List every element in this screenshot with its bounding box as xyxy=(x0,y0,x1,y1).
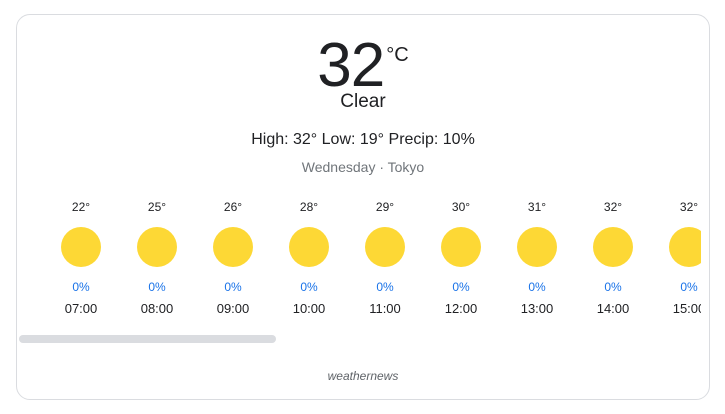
hour-temperature: 28° xyxy=(299,200,319,214)
hour-precipitation: 0% xyxy=(604,280,622,294)
weather-condition: Clear xyxy=(340,91,386,112)
temperature-value: 32 xyxy=(317,31,385,100)
sun-icon xyxy=(365,227,405,267)
sun-icon xyxy=(517,227,557,267)
data-source[interactable]: weathernews xyxy=(17,369,709,383)
sun-icon xyxy=(61,227,101,267)
hour-time: 15:00 xyxy=(672,301,701,316)
hour-precipitation: 0% xyxy=(528,280,546,294)
hour-time: 09:00 xyxy=(216,301,250,316)
hour-temperature: 26° xyxy=(223,200,243,214)
hourly-item[interactable]: 28° 0% 10:00 xyxy=(271,199,347,317)
scrollbar-thumb[interactable] xyxy=(19,335,276,343)
hourly-item[interactable]: 32° 0% 14:00 xyxy=(575,199,651,317)
sun-icon xyxy=(289,227,329,267)
hourly-forecast[interactable]: 22° 0% 07:00 25° 0% 08:00 26° 0% 09:00 2… xyxy=(27,199,701,319)
hourly-item[interactable]: 31° 0% 13:00 xyxy=(499,199,575,317)
current-temperature: 32 °C xyxy=(17,35,709,97)
hour-time: 11:00 xyxy=(369,301,401,316)
hour-precipitation: 0% xyxy=(148,280,166,294)
hour-time: 13:00 xyxy=(520,301,554,316)
hourly-item[interactable]: 22° 0% 07:00 xyxy=(43,199,119,317)
hourly-item[interactable]: 26° 0% 09:00 xyxy=(195,199,271,317)
hour-precipitation: 0% xyxy=(680,280,698,294)
hour-temperature: 29° xyxy=(375,200,395,214)
hourly-item[interactable]: 29° 0% 11:00 xyxy=(347,199,423,317)
hour-precipitation: 0% xyxy=(224,280,242,294)
hour-precipitation: 0% xyxy=(376,280,394,294)
hour-temperature: 32° xyxy=(679,200,699,214)
hourly-item[interactable]: 25° 0% 08:00 xyxy=(119,199,195,317)
hour-time: 14:00 xyxy=(596,301,630,316)
hour-temperature: 32° xyxy=(603,200,623,214)
weather-card: 32 °C Clear High: 32° Low: 19° Precip: 1… xyxy=(16,14,710,400)
sun-icon xyxy=(441,227,481,267)
hour-temperature: 22° xyxy=(71,200,91,214)
day-location: Wednesday · Tokyo xyxy=(301,159,425,175)
weather-stats: High: 32° Low: 19° Precip: 10% xyxy=(251,131,475,148)
hour-precipitation: 0% xyxy=(452,280,470,294)
temperature-unit: °C xyxy=(386,44,409,66)
sun-icon xyxy=(137,227,177,267)
hour-temperature: 31° xyxy=(527,200,547,214)
hour-time: 08:00 xyxy=(140,301,174,316)
hour-precipitation: 0% xyxy=(300,280,318,294)
hour-time: 10:00 xyxy=(292,301,326,316)
sun-icon xyxy=(213,227,253,267)
hour-temperature: 30° xyxy=(451,200,471,214)
hourly-item[interactable]: 32° 0% 15:00 xyxy=(651,199,701,317)
hour-time: 07:00 xyxy=(64,301,98,316)
sun-icon xyxy=(669,227,701,267)
hour-time: 12:00 xyxy=(444,301,478,316)
hourly-scrollbar[interactable] xyxy=(19,335,693,343)
hour-precipitation: 0% xyxy=(72,280,90,294)
sun-icon xyxy=(593,227,633,267)
hourly-item[interactable]: 30° 0% 12:00 xyxy=(423,199,499,317)
hour-temperature: 25° xyxy=(147,200,167,214)
